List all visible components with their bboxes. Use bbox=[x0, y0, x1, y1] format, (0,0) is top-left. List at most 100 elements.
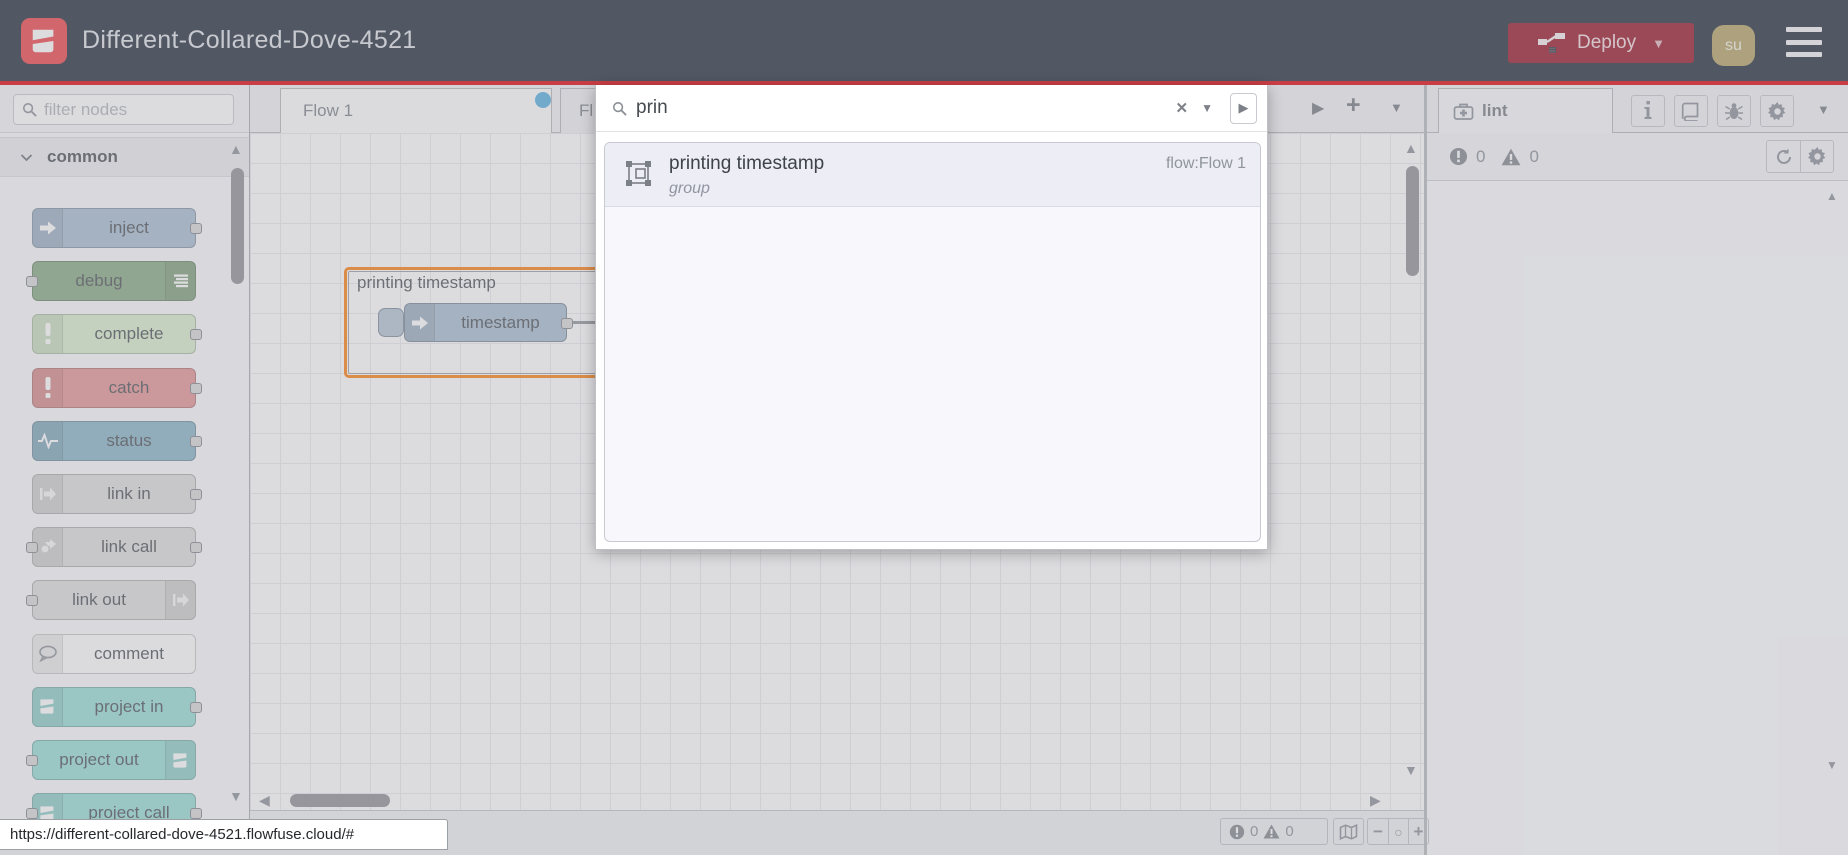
clear-search-icon[interactable]: ✕ bbox=[1176, 99, 1189, 117]
inject-node-output-port[interactable] bbox=[561, 318, 573, 329]
canvas-scroll-right-icon[interactable]: ▶ bbox=[1370, 792, 1381, 809]
debug-tab-button[interactable] bbox=[1717, 95, 1751, 127]
info-tab-button[interactable] bbox=[1631, 95, 1665, 127]
deploy-button[interactable]: Deploy ▼ bbox=[1508, 23, 1694, 63]
palette-node-debug[interactable]: debug bbox=[26, 261, 196, 302]
canvas-scroll-up-icon[interactable]: ▲ bbox=[1404, 140, 1418, 156]
palette-node-label: status bbox=[106, 430, 152, 450]
book-icon bbox=[1681, 102, 1701, 121]
palette-node-project-in[interactable]: project in bbox=[32, 686, 202, 727]
tab-scroll-right-icon[interactable]: ▶ bbox=[1312, 98, 1324, 118]
deploy-icon bbox=[1537, 30, 1567, 56]
medkit-icon bbox=[1453, 102, 1474, 121]
node-input-port[interactable] bbox=[26, 808, 38, 820]
result-flow-ref: flow:Flow 1 bbox=[1165, 155, 1246, 172]
flowfuse-logo-icon[interactable] bbox=[21, 18, 67, 64]
lint-error-count: 0 bbox=[1476, 146, 1486, 166]
inject-node-button[interactable] bbox=[378, 308, 404, 337]
node-output-port[interactable] bbox=[190, 223, 202, 234]
inject-node-label: timestamp bbox=[461, 313, 540, 332]
palette-node-label: catch bbox=[108, 377, 150, 397]
canvas-notifications-button[interactable]: 0 0 bbox=[1220, 818, 1328, 845]
chevron-down-icon bbox=[20, 153, 33, 162]
palette-scroll-up-icon[interactable]: ▲ bbox=[229, 141, 243, 157]
zoom-controls: − ○ + bbox=[1367, 818, 1429, 845]
node-output-port[interactable] bbox=[190, 382, 202, 394]
lint-settings-button[interactable] bbox=[1800, 141, 1833, 172]
palette-node-project-out[interactable]: project out bbox=[26, 740, 196, 780]
node-output-port[interactable] bbox=[190, 329, 202, 341]
zoom-reset-button[interactable]: ○ bbox=[1388, 819, 1408, 844]
sidebar-tab-lint[interactable]: lint bbox=[1438, 88, 1613, 133]
canvas-hscrollbar-thumb[interactable] bbox=[290, 794, 390, 807]
palette-node-label: link out bbox=[72, 590, 126, 610]
warning-icon bbox=[1263, 824, 1280, 839]
avatar[interactable]: su bbox=[1712, 25, 1755, 66]
search-history-caret-icon[interactable]: ▼ bbox=[1201, 101, 1213, 115]
palette-node-link-in[interactable]: link in bbox=[32, 474, 202, 514]
page-title: Different-Collared-Dove-4521 bbox=[82, 26, 417, 54]
right-sidebar: lint ▼ 0 0 ▲ ▼ bbox=[1427, 85, 1848, 855]
palette-filter-input[interactable]: filter nodes bbox=[13, 94, 234, 125]
refresh-icon bbox=[1775, 148, 1793, 166]
status-url: https://different-collared-dove-4521.flo… bbox=[10, 826, 355, 843]
node-input-port[interactable] bbox=[26, 755, 38, 766]
map-icon bbox=[1339, 823, 1358, 840]
group-label: printing timestamp bbox=[357, 273, 496, 292]
tab-list-caret-icon[interactable]: ▼ bbox=[1390, 100, 1403, 115]
palette-node-inject[interactable]: inject bbox=[32, 208, 202, 248]
node-input-port[interactable] bbox=[26, 595, 38, 607]
sidebar-scroll-up-icon[interactable]: ▲ bbox=[1826, 189, 1838, 203]
lint-refresh-button[interactable] bbox=[1767, 141, 1800, 172]
lint-summary-row: 0 0 bbox=[1427, 133, 1848, 181]
canvas-scroll-left-icon[interactable]: ◀ bbox=[259, 792, 270, 809]
deploy-caret-icon[interactable]: ▼ bbox=[1652, 36, 1665, 51]
error-icon bbox=[1449, 147, 1468, 166]
palette-node-label: complete bbox=[94, 324, 164, 344]
lint-warning-count: 0 bbox=[1529, 146, 1539, 166]
canvas-vscrollbar-thumb[interactable] bbox=[1406, 166, 1419, 276]
sidebar-divider[interactable] bbox=[1424, 85, 1427, 855]
inject-node-timestamp[interactable]: timestamp bbox=[404, 303, 573, 342]
result-type: group bbox=[669, 180, 710, 197]
node-output-port[interactable] bbox=[190, 489, 202, 500]
palette-scrollbar-thumb[interactable] bbox=[231, 168, 244, 284]
palette-category-common[interactable]: common bbox=[0, 137, 249, 177]
palette-node-comment[interactable]: comment bbox=[32, 633, 196, 674]
help-tab-button[interactable] bbox=[1674, 95, 1708, 127]
search-result-row[interactable]: printing timestamp group flow:Flow 1 bbox=[605, 143, 1260, 207]
node-output-port[interactable] bbox=[190, 542, 202, 554]
gear-icon bbox=[1767, 101, 1787, 121]
node-output-port[interactable] bbox=[190, 701, 202, 713]
sidebar-tab-caret-icon[interactable]: ▼ bbox=[1817, 102, 1830, 117]
search-results-panel: printing timestamp group flow:Flow 1 bbox=[604, 142, 1261, 542]
node-input-port[interactable] bbox=[26, 542, 38, 554]
palette-node-label: inject bbox=[109, 218, 149, 237]
node-output-port[interactable] bbox=[190, 808, 202, 820]
main-menu-button[interactable] bbox=[1786, 27, 1822, 57]
palette-node-project-call[interactable]: project call bbox=[26, 793, 202, 822]
group-icon bbox=[625, 160, 652, 187]
logo-mark-icon bbox=[29, 26, 59, 56]
search-icon bbox=[22, 102, 37, 117]
sidebar-scroll-down-icon[interactable]: ▼ bbox=[1826, 758, 1838, 772]
config-tab-button[interactable] bbox=[1760, 95, 1794, 127]
palette-node-catch[interactable]: catch bbox=[32, 367, 202, 408]
bug-icon bbox=[1724, 102, 1744, 121]
palette-node-link-out[interactable]: link out bbox=[26, 580, 196, 621]
search-options-button[interactable]: ▶ bbox=[1230, 92, 1257, 124]
node-input-port[interactable] bbox=[26, 276, 38, 288]
zoom-out-button[interactable]: − bbox=[1368, 819, 1388, 844]
tab-flow-1[interactable]: Flow 1 bbox=[280, 88, 552, 133]
palette-node-status[interactable]: status bbox=[32, 420, 202, 461]
palette-scroll-down-icon[interactable]: ▼ bbox=[229, 788, 243, 804]
search-icon bbox=[612, 101, 627, 116]
canvas-scroll-down-icon[interactable]: ▼ bbox=[1404, 762, 1418, 778]
node-output-port[interactable] bbox=[190, 435, 202, 447]
add-flow-button[interactable]: + bbox=[1346, 91, 1361, 120]
search-input[interactable]: prin bbox=[636, 97, 668, 119]
palette-node-complete[interactable]: complete bbox=[32, 314, 202, 355]
palette-node-link-call[interactable]: link call bbox=[26, 527, 202, 568]
warning-icon bbox=[1501, 148, 1521, 166]
navigator-button[interactable] bbox=[1333, 818, 1364, 845]
